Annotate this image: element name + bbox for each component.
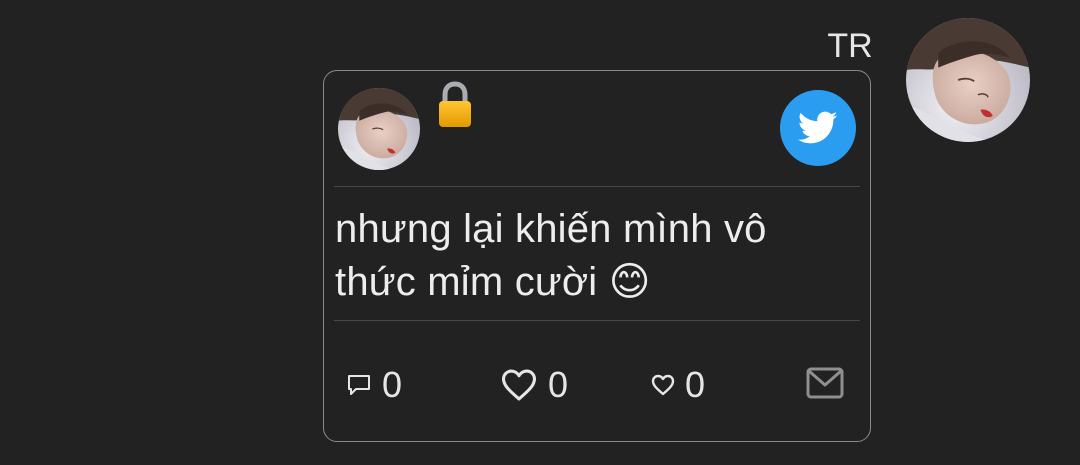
tweet-card[interactable]: nhưng lại khiến mình vô thức mỉm cười 😊 … bbox=[323, 70, 871, 442]
heart-icon bbox=[501, 369, 536, 401]
likes-stat[interactable]: 0 bbox=[500, 363, 568, 407]
twitter-bird-icon bbox=[798, 111, 838, 144]
lock-icon bbox=[436, 81, 474, 129]
small-heart-icon bbox=[651, 374, 675, 396]
profile-photo-icon bbox=[906, 18, 1030, 142]
sender-initials: TR bbox=[827, 27, 873, 65]
mail-icon[interactable] bbox=[806, 367, 844, 399]
twitter-icon[interactable] bbox=[780, 90, 856, 166]
profile-photo-icon bbox=[338, 88, 420, 170]
card-divider-bottom bbox=[334, 320, 860, 321]
tweet-text: nhưng lại khiến mình vô thức mỉm cười 😊 bbox=[335, 207, 767, 304]
likes-count: 0 bbox=[548, 364, 569, 405]
comment-icon bbox=[348, 375, 370, 395]
comments-count: 0 bbox=[382, 364, 403, 405]
comments-stat[interactable]: 0 bbox=[346, 363, 402, 407]
author-avatar[interactable] bbox=[338, 88, 420, 170]
card-divider-top bbox=[334, 186, 860, 187]
sender-avatar[interactable] bbox=[906, 18, 1030, 142]
small-likes-stat[interactable]: 0 bbox=[651, 363, 705, 407]
small-likes-count: 0 bbox=[685, 364, 706, 405]
